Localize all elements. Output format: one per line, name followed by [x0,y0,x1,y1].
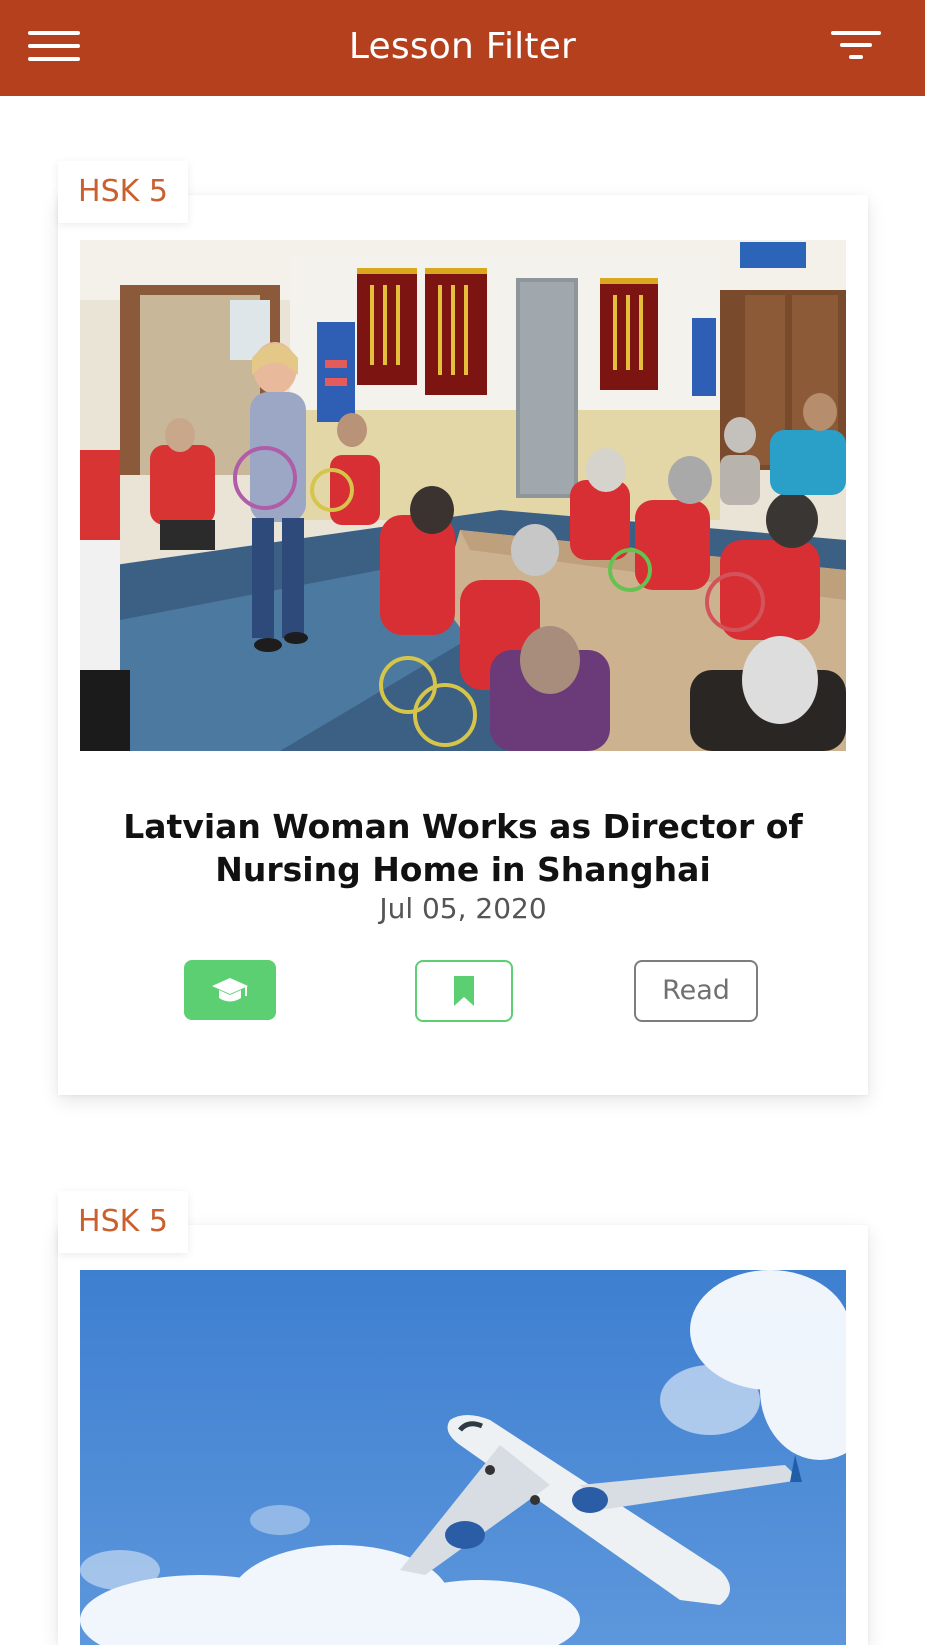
level-tag: HSK 5 [58,161,188,223]
lesson-card[interactable] [58,1225,868,1645]
filter-icon [831,31,881,59]
lesson-image[interactable] [80,240,846,751]
lesson-image[interactable] [80,1270,846,1645]
lesson-date: Jul 05, 2020 [379,892,547,925]
read-button[interactable]: Read [634,960,758,1022]
top-bar: Lesson Filter [0,0,925,96]
level-tag: HSK 5 [58,1191,188,1253]
learn-button[interactable] [184,960,276,1020]
page-title: Lesson Filter [348,26,577,67]
lesson-card[interactable]: Latvian Woman Works as Director of Nursi… [58,195,868,1095]
filter-button[interactable] [829,26,883,66]
lesson-title[interactable]: Latvian Woman Works as Director of Nursi… [98,805,828,891]
graduation-cap-icon [212,978,248,1002]
bookmark-button[interactable] [415,960,513,1022]
bookmark-icon [454,976,474,1006]
